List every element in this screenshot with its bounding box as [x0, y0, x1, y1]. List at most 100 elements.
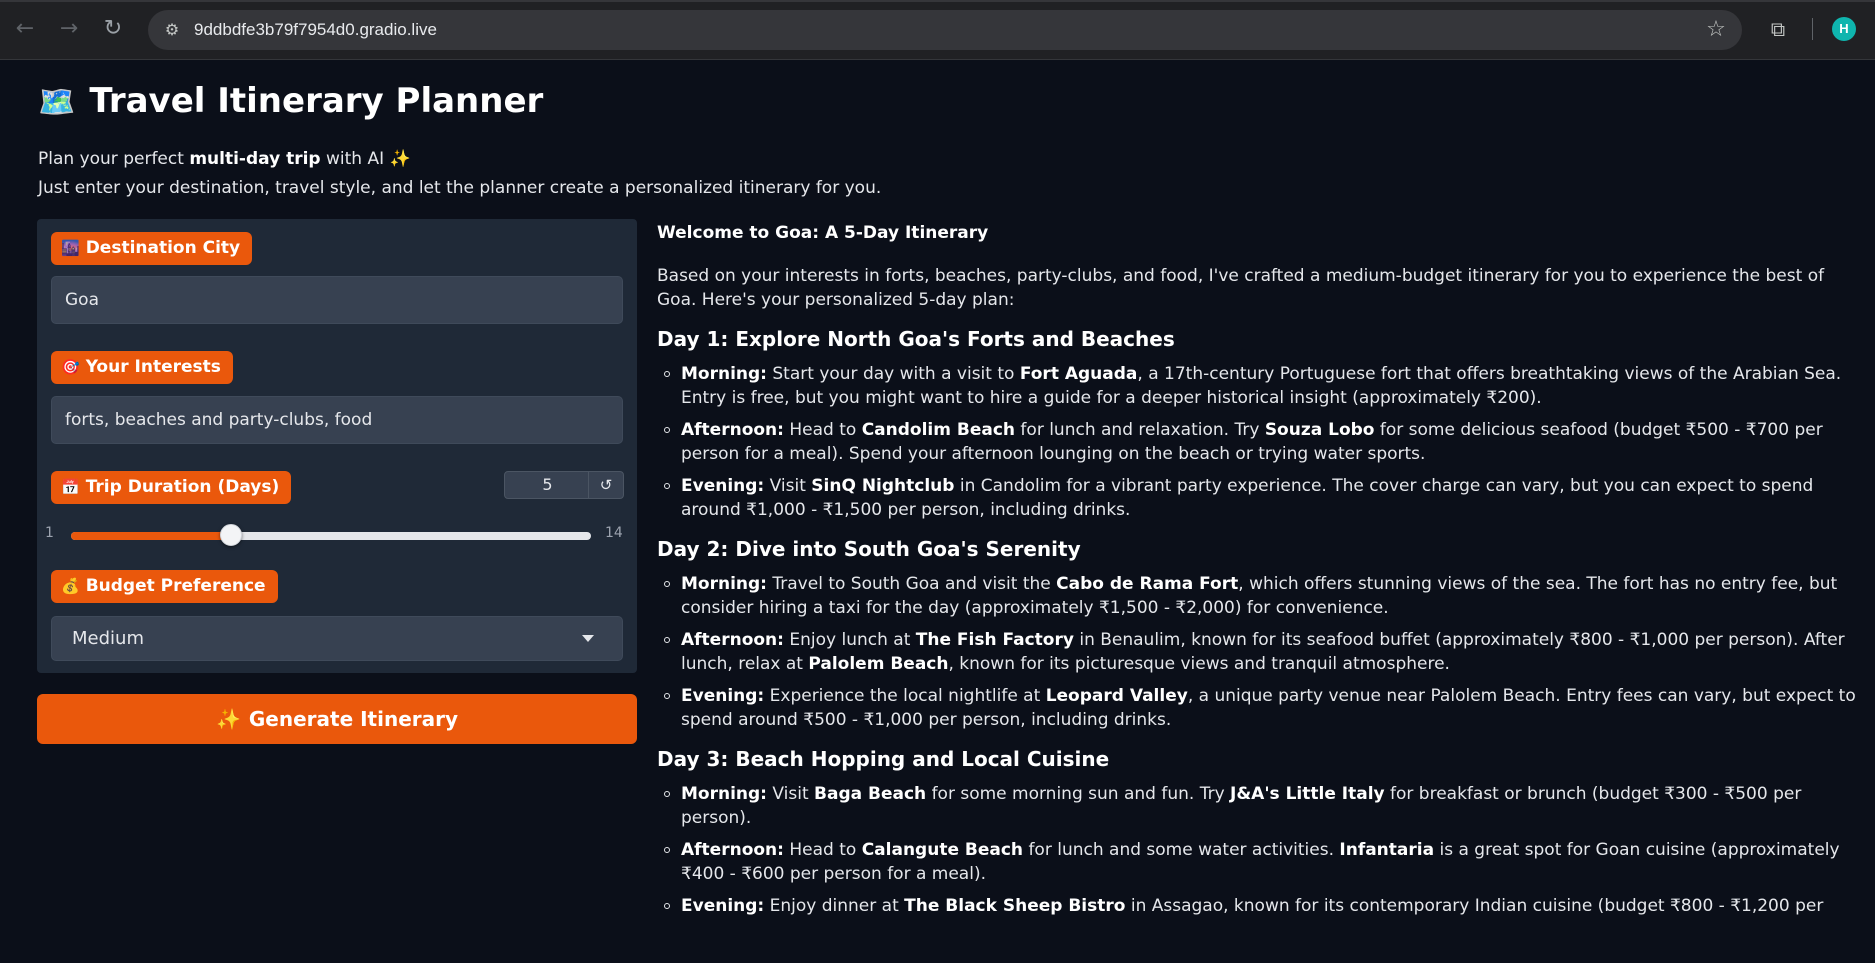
bullet-icon — [664, 581, 670, 587]
duration-label-text: Trip Duration (Days) — [85, 477, 280, 497]
forward-icon[interactable]: → — [54, 14, 84, 44]
activity-text: Enjoy lunch at — [783, 630, 916, 650]
target-icon: 🎯 — [61, 358, 80, 376]
activity-item: Morning: Visit Baga Beach for some morni… — [657, 782, 1860, 830]
activity-item: Evening: Experience the local nightlife … — [657, 684, 1860, 732]
bookmark-star-icon[interactable]: ☆ — [1704, 18, 1728, 42]
itinerary-heading: Welcome to Goa: A 5-Day Itinerary — [657, 223, 989, 243]
bullet-icon — [664, 903, 670, 909]
activity-item: Afternoon: Head to Calangute Beach for l… — [657, 838, 1860, 886]
activity-text: Head to — [783, 840, 862, 860]
itinerary-output: Welcome to Goa: A 5-Day Itinerary Based … — [657, 218, 1860, 926]
place-name: The Black Sheep Bistro — [904, 896, 1126, 916]
activity-time-label: Evening: — [681, 896, 765, 916]
intro-line-1: Plan your perfect multi-day trip with AI… — [38, 145, 881, 174]
budget-label-text: Budget Preference — [85, 576, 266, 596]
chevron-down-icon[interactable] — [582, 635, 594, 642]
activity-item: Evening: Visit SinQ Nightclub in Candoli… — [657, 474, 1860, 522]
activity-time-label: Afternoon: — [681, 630, 784, 650]
place-name: Calangute Beach — [861, 840, 1024, 860]
duration-slider-thumb[interactable] — [220, 524, 242, 546]
place-name: Infantaria — [1339, 840, 1435, 860]
activity-text: in Assagao, known for its contemporary I… — [1125, 896, 1824, 916]
url-text[interactable]: 9ddbdfe3b79f7954d0.gradio.live — [194, 10, 437, 50]
tab-strip — [0, 0, 1875, 2]
place-name: Souza Lobo — [1264, 420, 1375, 440]
back-icon[interactable]: ← — [10, 14, 40, 44]
intro-text: Plan your perfect multi-day trip with AI… — [38, 145, 881, 203]
intro-bold: multi-day trip — [189, 149, 321, 169]
activity-item: Afternoon: Head to Candolim Beach for lu… — [657, 418, 1860, 466]
city-icon: 🌆 — [61, 239, 80, 257]
place-name: J&A's Little Italy — [1230, 784, 1385, 804]
activity-time-label: Afternoon: — [681, 420, 784, 440]
activity-time-label: Morning: — [681, 574, 767, 594]
map-icon: 🗺️ — [38, 85, 76, 120]
activity-text: Enjoy dinner at — [764, 896, 905, 916]
bullet-icon — [664, 847, 670, 853]
bullet-icon — [664, 371, 670, 377]
intro-line-2: Just enter your destination, travel styl… — [38, 178, 882, 198]
duration-number-input[interactable]: 5 ↺ — [504, 471, 624, 499]
bullet-icon — [664, 483, 670, 489]
activity-time-label: Morning: — [681, 364, 767, 384]
page-title-text: Travel Itinerary Planner — [89, 81, 544, 121]
activity-text: for lunch and some water activities. — [1023, 840, 1340, 860]
place-name: Leopard Valley — [1045, 686, 1188, 706]
slider-min-label: 1 — [45, 525, 54, 541]
activity-item: Afternoon: Enjoy lunch at The Fish Facto… — [657, 628, 1860, 676]
activity-item: Evening: Enjoy dinner at The Black Sheep… — [657, 894, 1860, 918]
calendar-icon: 📅 — [61, 478, 80, 496]
activity-time-label: Morning: — [681, 784, 767, 804]
activity-text: for some morning sun and fun. Try — [926, 784, 1231, 804]
duration-number-value[interactable]: 5 — [505, 472, 590, 498]
interests-label-text: Your Interests — [85, 357, 221, 377]
place-name: The Fish Factory — [915, 630, 1074, 650]
slider-max-label: 14 — [605, 525, 623, 541]
site-settings-icon[interactable]: ⚙ — [162, 20, 182, 40]
destination-label-text: Destination City — [85, 238, 241, 258]
sparkles-icon: ✨ — [215, 707, 241, 731]
generate-button-label: Generate Itinerary — [248, 707, 459, 731]
profile-avatar[interactable]: H — [1832, 17, 1856, 41]
activity-text: for lunch and relaxation. Try — [1015, 420, 1265, 440]
day-activity-list: Morning: Visit Baga Beach for some morni… — [657, 782, 1860, 918]
extensions-icon[interactable]: ⧉ — [1764, 15, 1792, 43]
activity-item: Morning: Travel to South Goa and visit t… — [657, 572, 1860, 620]
day-title: Day 2: Dive into South Goa's Serenity — [657, 537, 1081, 561]
input-panel: 🌆 Destination City Goa 🎯 Your Interests fo… — [37, 219, 637, 673]
budget-label: 💰 Budget Preference — [51, 570, 278, 603]
page-title: 🗺️ Travel Itinerary Planner — [38, 76, 543, 126]
activity-item: Morning: Start your day with a visit to … — [657, 362, 1860, 410]
generate-itinerary-button[interactable]: ✨ Generate Itinerary — [37, 694, 637, 744]
place-name: Baga Beach — [814, 784, 927, 804]
activity-text: Start your day with a visit to — [766, 364, 1020, 384]
activity-text: Visit — [764, 476, 812, 496]
address-bar[interactable]: ⚙ 9ddbdfe3b79f7954d0.gradio.live ☆ — [148, 10, 1742, 50]
interests-input[interactable]: forts, beaches and party-clubs, food — [51, 396, 623, 444]
place-name: Candolim Beach — [861, 420, 1016, 440]
activity-time-label: Evening: — [681, 686, 765, 706]
activity-time-label: Evening: — [681, 476, 765, 496]
budget-dropdown[interactable]: Medium — [51, 616, 623, 661]
itinerary-days: Day 1: Explore North Goa's Forts and Bea… — [657, 326, 1860, 918]
duration-slider-fill — [71, 532, 231, 540]
day-title: Day 1: Explore North Goa's Forts and Bea… — [657, 327, 1175, 351]
bullet-icon — [664, 427, 670, 433]
reset-icon[interactable]: ↺ — [588, 472, 623, 498]
reload-icon[interactable]: ↻ — [98, 14, 128, 44]
budget-selected-value[interactable]: Medium — [72, 617, 144, 660]
activity-text: Visit — [766, 784, 815, 804]
day-activity-list: Morning: Travel to South Goa and visit t… — [657, 572, 1860, 732]
activity-text: , known for its picturesque views and tr… — [948, 654, 1450, 674]
place-name: SinQ Nightclub — [811, 476, 955, 496]
duration-slider-track[interactable] — [71, 532, 591, 540]
activity-text: Travel to South Goa and visit the — [766, 574, 1057, 594]
activity-text: Head to — [783, 420, 862, 440]
activity-time-label: Afternoon: — [681, 840, 784, 860]
browser-toolbar: ← → ↻ ⚙ 9ddbdfe3b79f7954d0.gradio.live ☆… — [0, 0, 1875, 60]
money-bag-icon: 💰 — [61, 577, 80, 595]
destination-input[interactable]: Goa — [51, 276, 623, 324]
day-title: Day 3: Beach Hopping and Local Cuisine — [657, 747, 1110, 771]
intro-prefix: Plan your perfect — [38, 149, 190, 169]
